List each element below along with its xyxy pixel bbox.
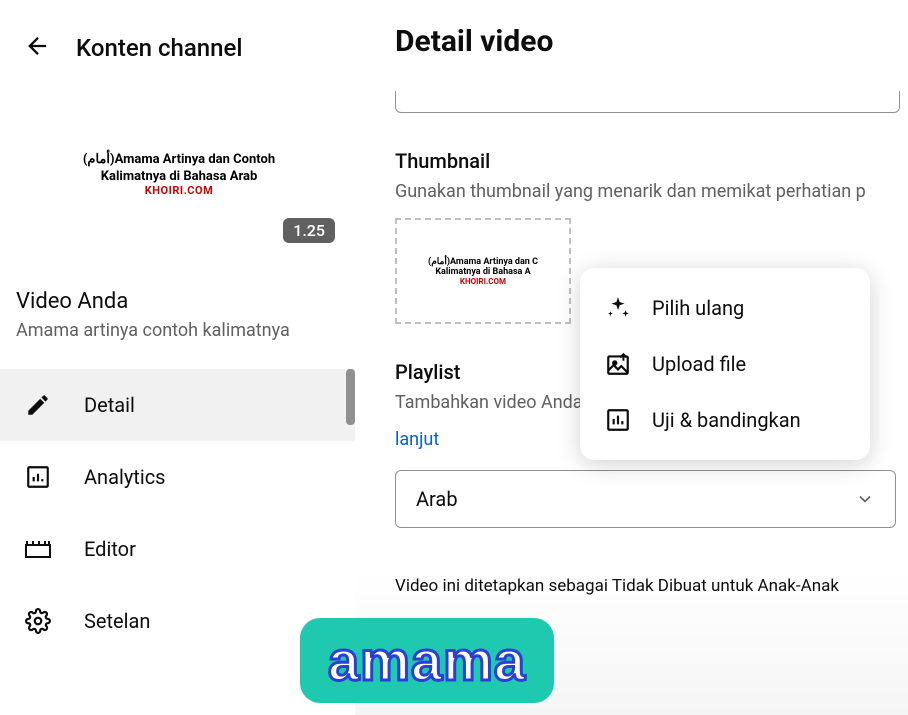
thumbnail-options-menu: Pilih ulang Upload file Uji & bandingkan bbox=[580, 268, 870, 460]
thumbnail-desc: Gunakan thumbnail yang menarik dan memik… bbox=[395, 181, 908, 202]
menu-label: Upload file bbox=[652, 352, 746, 376]
editor-icon bbox=[24, 535, 52, 563]
pencil-icon bbox=[24, 391, 52, 419]
bar-chart-icon bbox=[604, 406, 632, 434]
menu-label: Uji & bandingkan bbox=[652, 408, 801, 432]
analytics-icon bbox=[24, 463, 52, 491]
video-thumbnail-card[interactable]: (أمام)Amama Artinya dan Contoh Kalimatny… bbox=[40, 128, 335, 221]
video-name: Amama artinya contoh kalimatnya bbox=[16, 320, 339, 341]
sparkle-icon bbox=[604, 294, 632, 322]
input-field-partial[interactable] bbox=[395, 91, 900, 113]
thumbnail-selector[interactable]: (أمام)Amama Artinya dan C Kalimatnya di … bbox=[395, 218, 571, 324]
scroll-indicator[interactable] bbox=[346, 369, 355, 425]
video-section-label: Video Anda bbox=[16, 289, 339, 314]
audience-status-text: Video ini ditetapkan sebagai Tidak Dibua… bbox=[395, 576, 908, 596]
playlist-more-link[interactable]: lanjut bbox=[395, 429, 439, 450]
thumbnail-heading: Thumbnail bbox=[395, 149, 908, 173]
chevron-down-icon bbox=[855, 489, 875, 509]
video-info: Video Anda Amama artinya contoh kalimatn… bbox=[0, 233, 355, 353]
menu-label: Pilih ulang bbox=[652, 296, 744, 320]
menu-item-test-compare[interactable]: Uji & bandingkan bbox=[580, 392, 870, 448]
nav-label: Editor bbox=[84, 537, 136, 561]
menu-item-upload[interactable]: Upload file bbox=[580, 336, 870, 392]
back-arrow-icon[interactable] bbox=[24, 32, 52, 64]
playlist-dropdown[interactable]: Arab bbox=[395, 470, 896, 528]
menu-item-reselect[interactable]: Pilih ulang bbox=[580, 280, 870, 336]
nav-label: Setelan bbox=[84, 609, 150, 633]
sidebar: Konten channel (أمام)Amama Artinya dan C… bbox=[0, 0, 355, 715]
nav-label: Analytics bbox=[84, 465, 166, 489]
nav-label: Detail bbox=[84, 393, 135, 417]
upload-image-icon bbox=[604, 350, 632, 378]
thumb-title-line2: Kalimatnya di Bahasa Arab bbox=[101, 169, 258, 184]
video-caption-overlay: amama bbox=[300, 618, 554, 703]
nav-item-detail[interactable]: Detail bbox=[0, 369, 355, 441]
thumb-preview-brand: KHOIRI.COM bbox=[460, 277, 506, 286]
nav-item-analytics[interactable]: Analytics bbox=[0, 441, 355, 513]
thumb-title-line1: (أمام)Amama Artinya dan Contoh bbox=[83, 152, 275, 169]
nav-item-editor[interactable]: Editor bbox=[0, 513, 355, 585]
sidebar-nav: Detail Analytics Editor Setelan bbox=[0, 369, 355, 657]
thumb-preview-line2: Kalimatnya di Bahasa A bbox=[435, 267, 530, 277]
caption-text: amama bbox=[328, 629, 526, 692]
thumb-brand: KHOIRI.COM bbox=[145, 184, 213, 197]
duration-badge: 1.25 bbox=[283, 218, 335, 243]
sidebar-header: Konten channel bbox=[0, 0, 355, 80]
thumb-preview-line1: (أمام)Amama Artinya dan C bbox=[428, 257, 538, 267]
main-title: Detail video bbox=[395, 24, 908, 59]
video-thumb-preview: (أمام)Amama Artinya dan Contoh Kalimatny… bbox=[40, 128, 318, 221]
dropdown-selected: Arab bbox=[416, 487, 458, 511]
page-title: Konten channel bbox=[76, 34, 243, 62]
gear-icon bbox=[24, 607, 52, 635]
